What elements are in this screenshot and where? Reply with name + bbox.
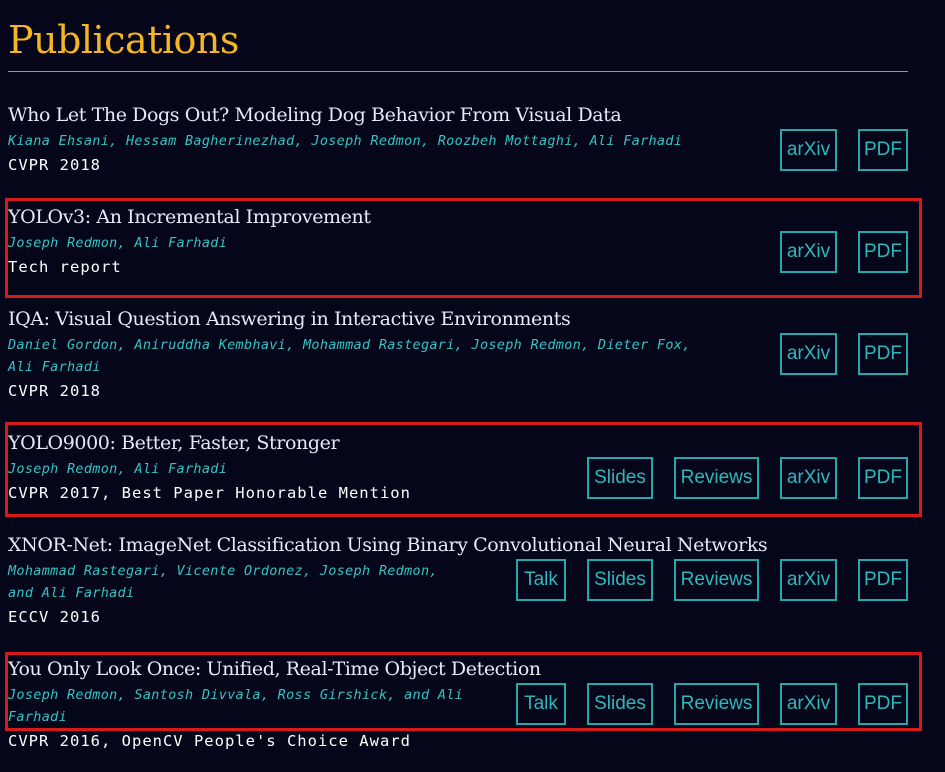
publication-links: arXiv PDF	[780, 333, 908, 375]
pdf-button[interactable]: PDF	[858, 231, 908, 273]
pdf-button[interactable]: PDF	[858, 559, 908, 601]
author-line: Joseph Redmon, Ali Farhadi	[8, 461, 228, 477]
publication-venue: CVPR 2018	[8, 382, 101, 400]
publication-title-link[interactable]: You Only Look Once: Unified, Real-Time O…	[8, 656, 541, 682]
author-line: Joseph Redmon, Santosh Divvala, Ross Gir…	[8, 687, 464, 703]
author-line: and Ali Farhadi	[8, 585, 135, 601]
author-line: Kiana Ehsani, Hessam Bagherinezhad, Jose…	[8, 133, 683, 149]
title-divider	[8, 71, 908, 72]
arxiv-button[interactable]: arXiv	[780, 683, 837, 725]
publication-venue: Tech report	[8, 258, 122, 276]
slides-button[interactable]: Slides	[587, 457, 653, 499]
author-line: Joseph Redmon, Ali Farhadi	[8, 235, 228, 251]
publication-links: arXiv PDF	[780, 231, 908, 273]
reviews-button[interactable]: Reviews	[674, 559, 759, 601]
publication-links: arXiv PDF	[780, 129, 908, 171]
publication-venue: CVPR 2018	[8, 156, 101, 174]
arxiv-button[interactable]: arXiv	[780, 231, 837, 273]
pdf-button[interactable]: PDF	[858, 683, 908, 725]
publication-links: Slides Reviews arXiv PDF	[587, 457, 908, 499]
pdf-button[interactable]: PDF	[858, 129, 908, 171]
publication-venue: ECCV 2016	[8, 608, 101, 626]
reviews-button[interactable]: Reviews	[674, 683, 759, 725]
reviews-button[interactable]: Reviews	[674, 457, 759, 499]
publication-title-link[interactable]: Who Let The Dogs Out? Modeling Dog Behav…	[8, 102, 622, 128]
author-line: Mohammad Rastegari, Vicente Ordonez, Jos…	[8, 563, 438, 579]
publication-authors: Joseph Redmon, Santosh Divvala, Ross Gir…	[8, 684, 463, 728]
publication-venue: CVPR 2017, Best Paper Honorable Mention	[8, 484, 411, 502]
page-title: Publications	[8, 18, 239, 62]
publication-authors: Daniel Gordon, Aniruddha Kembhavi, Moham…	[8, 334, 691, 378]
slides-button[interactable]: Slides	[587, 559, 653, 601]
author-line: Farhadi	[8, 709, 67, 725]
author-line: Daniel Gordon, Aniruddha Kembhavi, Moham…	[8, 337, 691, 353]
slides-button[interactable]: Slides	[587, 683, 653, 725]
publication-authors: Kiana Ehsani, Hessam Bagherinezhad, Jose…	[8, 130, 682, 152]
arxiv-button[interactable]: arXiv	[780, 457, 837, 499]
publication-authors: Mohammad Rastegari, Vicente Ordonez, Jos…	[8, 560, 438, 604]
arxiv-button[interactable]: arXiv	[780, 129, 837, 171]
publication-venue: CVPR 2016, OpenCV People's Choice Award	[8, 732, 411, 750]
publication-title-link[interactable]: IQA: Visual Question Answering in Intera…	[8, 306, 571, 332]
publication-title-link[interactable]: XNOR-Net: ImageNet Classification Using …	[8, 532, 768, 558]
publication-links: Talk Slides Reviews arXiv PDF	[516, 559, 908, 601]
talk-button[interactable]: Talk	[516, 683, 566, 725]
publication-authors: Joseph Redmon, Ali Farhadi	[8, 458, 227, 480]
author-line: Ali Farhadi	[8, 359, 101, 375]
pdf-button[interactable]: PDF	[858, 333, 908, 375]
pdf-button[interactable]: PDF	[858, 457, 908, 499]
publication-title-link[interactable]: YOLO9000: Better, Faster, Stronger	[8, 430, 340, 456]
arxiv-button[interactable]: arXiv	[780, 333, 837, 375]
publication-title-link[interactable]: YOLOv3: An Incremental Improvement	[8, 204, 371, 230]
arxiv-button[interactable]: arXiv	[780, 559, 837, 601]
publication-authors: Joseph Redmon, Ali Farhadi	[8, 232, 227, 254]
talk-button[interactable]: Talk	[516, 559, 566, 601]
publication-links: Talk Slides Reviews arXiv PDF	[516, 683, 908, 725]
